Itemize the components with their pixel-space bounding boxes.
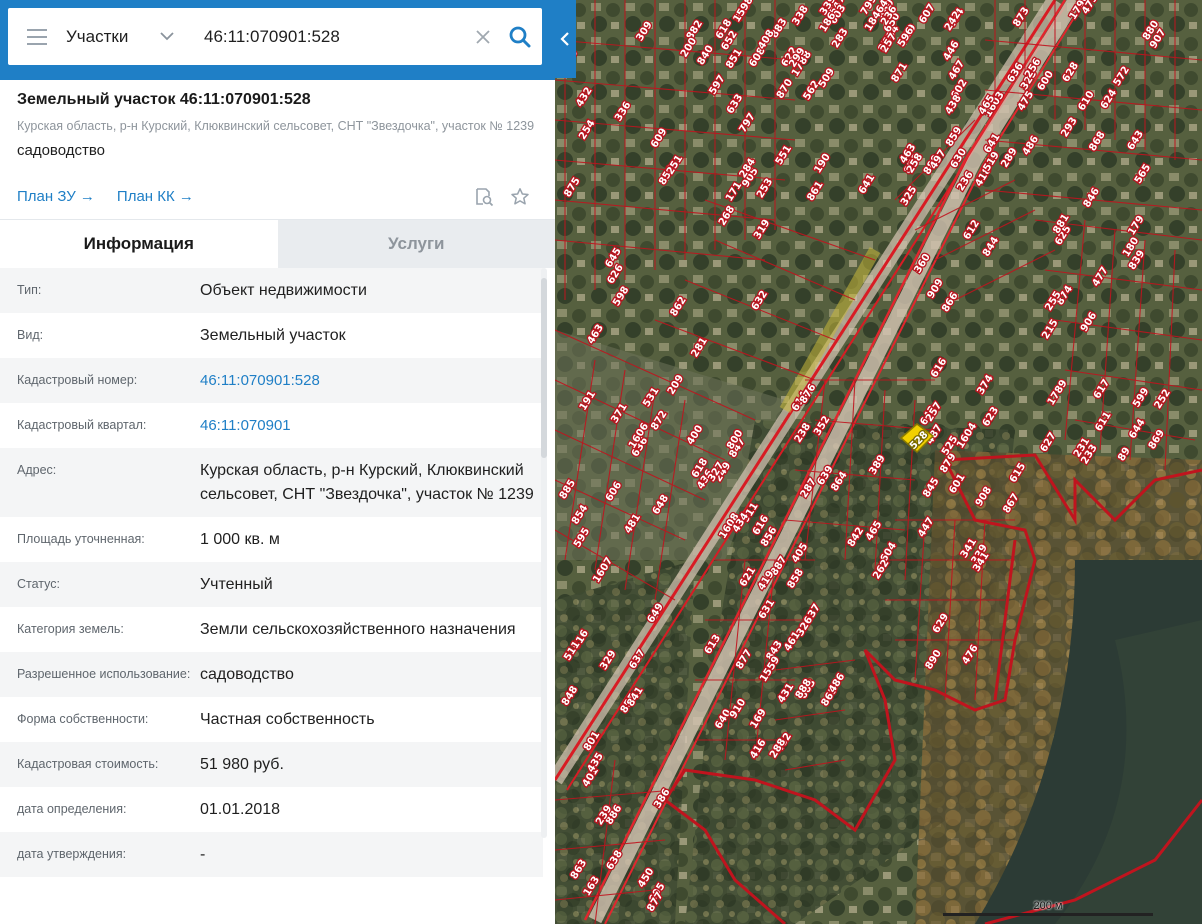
info-row-value: садоводство	[200, 666, 294, 683]
info-row: Категория земель: Земли сельскохозяйствен…	[0, 607, 543, 652]
info-row-value: Учтенный	[200, 576, 273, 593]
close-icon	[476, 29, 490, 44]
info-row-value: Курская область, р-н Курский, Клюквински…	[200, 462, 534, 503]
map-scale-label: 200 м	[1033, 900, 1063, 912]
search-type-label: Участки	[66, 26, 129, 46]
star-icon	[511, 188, 529, 205]
info-row-value: Земли сельскохозяйственного назначения	[200, 621, 516, 638]
collapse-panel-button[interactable]	[553, 0, 576, 78]
info-row: Тип: Объект недвижимости	[0, 268, 543, 313]
clear-search-button[interactable]	[468, 17, 498, 57]
info-row: Разрешенное использование: садоводство	[0, 652, 543, 697]
map-canvas[interactable]: 8508518538548558568588596236246256326336…	[555, 0, 1202, 924]
info-row-value: 01.01.2018	[200, 801, 281, 818]
parcel-use: садоводство	[17, 142, 106, 159]
info-row-key: Тип:	[17, 283, 42, 297]
info-row-value: Земельный участок	[200, 327, 346, 344]
search-input[interactable]	[196, 16, 468, 57]
info-row-key: Вид:	[17, 328, 44, 342]
info-row-value: Объект недвижимости	[200, 282, 367, 299]
info-row-value: -	[200, 846, 206, 863]
info-row: Кадастровый номер: 46:11:070901:528	[0, 358, 543, 403]
map-scale-bar: 200 м	[943, 900, 1153, 920]
document-search-icon	[476, 188, 494, 207]
plan-kk-link[interactable]: План КК →	[117, 188, 194, 205]
map-scale-line	[943, 913, 1153, 916]
scrollbar-thumb[interactable]	[541, 278, 547, 458]
info-row: дата определения: 01.01.2018	[0, 787, 543, 832]
info-row: Вид: Земельный участок	[0, 313, 543, 358]
info-row: Кадастровая стоимость: 51 980 руб.	[0, 742, 543, 787]
info-row-key: Форма собственности:	[17, 712, 149, 726]
hamburger-icon-line	[27, 35, 47, 38]
hamburger-icon-line	[27, 28, 47, 31]
menu-button[interactable]	[8, 8, 66, 65]
info-row-link[interactable]: 46:11:070901:528	[200, 358, 543, 403]
panel-tabs: Информация Услуги	[0, 220, 555, 268]
find-on-map-button[interactable]	[473, 186, 495, 208]
chevron-left-icon	[559, 32, 569, 46]
info-row-key: Разрешенное использование:	[17, 667, 191, 681]
panel-scrollbar[interactable]	[541, 268, 547, 838]
info-row: Статус: Учтенный	[0, 562, 543, 607]
parcel-address: Курская область, р-н Курский, Клюквински…	[17, 119, 535, 133]
parcel-title: Земельный участок 46:11:070901:528	[17, 91, 311, 108]
tab-information[interactable]: Информация	[0, 220, 278, 268]
search-button[interactable]	[498, 17, 542, 57]
info-row-value: 51 980 руб.	[200, 756, 284, 773]
info-row: Адрес: Курская область, р-н Курский, Клюк…	[0, 448, 543, 517]
plan-zu-link[interactable]: План ЗУ →	[17, 188, 95, 205]
info-row-key: Категория земель:	[17, 622, 124, 636]
hamburger-icon-line	[27, 42, 47, 45]
info-row-key: Статус:	[17, 577, 60, 591]
info-row: дата утверждения: -	[0, 832, 543, 877]
info-row: Площадь уточненная: 1 000 кв. м	[0, 517, 543, 562]
favorite-button[interactable]	[509, 186, 531, 208]
parcel-info-table: Тип: Объект недвижимости Вид: Земельный уча…	[0, 268, 543, 877]
info-row-key: Кадастровый номер:	[17, 373, 138, 387]
search-header: Участки	[0, 0, 555, 80]
cadastral-map[interactable]: 850 851 853 854 855 856 858 859 623 624 625 632 633 6…	[555, 0, 1202, 924]
info-row: Кадастровый квартал: 46:11:070901	[0, 403, 543, 448]
parcel-info-panel: Земельный участок 46:11:070901:528 Курск…	[0, 80, 555, 924]
parcel-header: Земельный участок 46:11:070901:528 Курск…	[0, 80, 555, 220]
info-row-key: Кадастровый квартал:	[17, 418, 147, 432]
search-icon	[509, 26, 531, 47]
info-row-value: Частная собственность	[200, 711, 375, 728]
info-row-key: дата определения:	[17, 802, 127, 816]
info-row-key: Адрес:	[17, 463, 57, 477]
search-box: Участки	[8, 8, 542, 65]
info-row-key: Кадастровая стоимость:	[17, 757, 159, 771]
search-type-select[interactable]: Участки	[66, 8, 196, 65]
info-row-key: Площадь уточненная:	[17, 532, 145, 546]
info-row-link[interactable]: 46:11:070901	[200, 403, 543, 448]
chevron-down-icon	[160, 30, 174, 44]
info-row-value: 1 000 кв. м	[200, 531, 280, 548]
info-row-key: дата утверждения:	[17, 847, 127, 861]
tab-services[interactable]: Услуги	[277, 220, 555, 268]
info-row: Форма собственности: Частная собственност…	[0, 697, 543, 742]
